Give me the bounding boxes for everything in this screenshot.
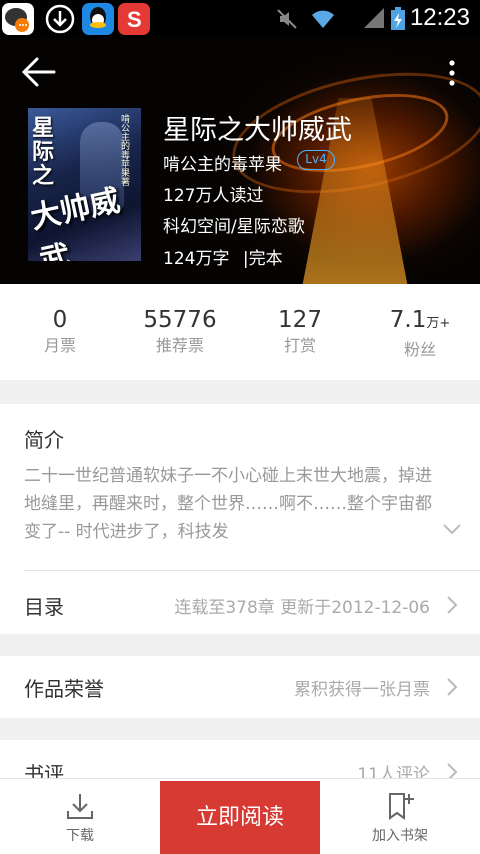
- catalog-detail: 连载至378章 更新于2012-12-06: [174, 598, 430, 618]
- intro-card: 简介 二十一世纪普通软妹子一不小心碰上末世大地震，掉进地缝里，再醒来时，整个世界…: [0, 404, 480, 634]
- book-header: 星际之 大帅威武 啃公主的毒苹果著 星际之大帅威武 啃公主的毒苹果 Lv4 12…: [0, 38, 480, 284]
- reader-count: 127万人读过: [163, 186, 264, 206]
- download-label: 下载: [66, 828, 94, 844]
- stat-label: 粉丝: [403, 340, 436, 359]
- honor-row[interactable]: 作品荣誉 累积获得一张月票: [0, 656, 480, 718]
- stat-value: 0: [52, 307, 68, 333]
- honor-label: 作品荣誉: [24, 677, 104, 701]
- add-to-shelf-button[interactable]: 加入书架: [360, 779, 440, 854]
- bottom-action-bar: 下载 立即阅读 加入书架: [0, 778, 480, 854]
- stat-label: 打赏: [283, 336, 316, 355]
- author-name[interactable]: 啃公主的毒苹果: [163, 150, 282, 175]
- sogou-app-icon: S: [118, 3, 150, 35]
- chevron-right-icon: [447, 678, 458, 696]
- book-word-count: 124万字 |完本: [163, 244, 283, 269]
- status-bar: S 12:23: [0, 0, 480, 38]
- bookmark-add-icon: [389, 793, 414, 820]
- download-button[interactable]: 下载: [40, 779, 120, 854]
- author-level-badge: Lv4: [297, 150, 335, 170]
- battery-icon: [391, 7, 405, 30]
- honor-detail: 累积获得一张月票: [294, 680, 430, 700]
- book-title: 星际之大帅威武: [163, 115, 352, 146]
- intro-title: 简介: [24, 428, 64, 452]
- stat-monthly-tickets[interactable]: 0 月票: [20, 306, 100, 358]
- stat-value: 55776: [143, 307, 217, 333]
- stat-value: 7.1: [389, 307, 427, 333]
- stats-bar: 0 月票 55776 推荐票 127 打赏 7.1万+ 粉丝: [0, 284, 480, 380]
- read-now-button[interactable]: 立即阅读: [160, 781, 320, 854]
- stat-label: 月票: [43, 336, 76, 355]
- wifi-icon: [312, 10, 334, 28]
- stat-rewards[interactable]: 127 打赏: [260, 306, 340, 358]
- svg-text:S: S: [127, 7, 142, 32]
- stat-fans[interactable]: 7.1万+ 粉丝: [378, 306, 462, 362]
- chat-app-icon: [2, 3, 34, 35]
- mute-icon: [277, 9, 297, 29]
- expand-chevron-icon[interactable]: [442, 522, 462, 536]
- stat-label: 推荐票: [155, 336, 204, 355]
- qq-app-icon: [82, 3, 114, 35]
- more-options-icon[interactable]: [442, 58, 462, 88]
- cover-top-text: 星际之: [32, 115, 55, 189]
- completion-status: |完本: [242, 249, 283, 269]
- stat-value: 127: [278, 307, 322, 333]
- catalog-label: 目录: [24, 595, 64, 619]
- clock: 12:23: [409, 4, 470, 31]
- download-icon: [67, 794, 93, 819]
- chevron-right-icon: [447, 596, 458, 614]
- word-count: 124万字: [163, 249, 230, 269]
- book-genre[interactable]: 科幻空间/星际恋歌: [163, 212, 305, 237]
- book-cover[interactable]: 星际之 大帅威武 啃公主的毒苹果著: [28, 108, 141, 261]
- stat-unit: 万+: [426, 316, 451, 331]
- add-shelf-label: 加入书架: [372, 828, 428, 844]
- signal-icon: [364, 8, 384, 28]
- cover-author-text: 啃公主的毒苹果著: [119, 114, 129, 186]
- back-arrow-icon[interactable]: [20, 56, 58, 88]
- download-status-icon: [44, 3, 76, 35]
- catalog-row[interactable]: 目录 连载至378章 更新于2012-12-06: [0, 571, 480, 634]
- stat-recommend-tickets[interactable]: 55776 推荐票: [130, 306, 230, 358]
